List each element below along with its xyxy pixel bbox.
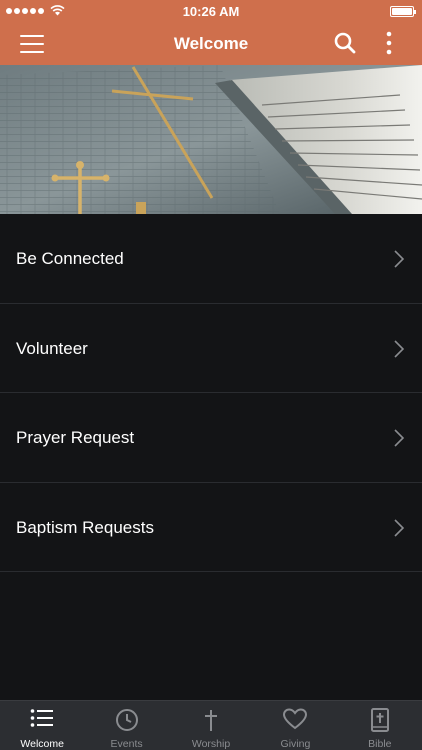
search-icon[interactable] bbox=[334, 32, 356, 54]
list-item-prayer-request[interactable]: Prayer Request bbox=[0, 393, 422, 483]
list-item-label: Baptism Requests bbox=[16, 517, 154, 537]
tab-label: Worship bbox=[191, 738, 231, 750]
chevron-right-icon bbox=[394, 250, 404, 268]
clock-icon bbox=[115, 709, 138, 731]
page-title: Welcome bbox=[173, 34, 249, 53]
status-bar: 10:26 AM bbox=[0, 0, 422, 22]
list-icon bbox=[30, 709, 54, 727]
menu-list: Be Connected Volunteer Prayer Request Ba… bbox=[0, 214, 422, 572]
tab-label: Bible bbox=[368, 738, 392, 750]
navbar: Welcome bbox=[0, 22, 422, 65]
list-item-baptism-requests[interactable]: Baptism Requests bbox=[0, 483, 422, 572]
tab-bar: Welcome Events Worship Giving Bible bbox=[0, 700, 422, 750]
cross-icon bbox=[205, 710, 218, 731]
heart-icon bbox=[283, 708, 308, 730]
list-item-label: Be Connected bbox=[16, 249, 124, 268]
list-item-label: Prayer Request bbox=[16, 428, 135, 447]
tab-label: Welcome bbox=[20, 738, 64, 750]
list-item-volunteer[interactable]: Volunteer bbox=[0, 304, 422, 393]
hero-image bbox=[0, 65, 422, 214]
bible-icon bbox=[370, 708, 389, 732]
tab-bible[interactable]: Bible bbox=[338, 701, 422, 750]
battery-icon bbox=[390, 6, 416, 17]
tab-giving[interactable]: Giving bbox=[253, 701, 337, 750]
status-time: 10:26 AM bbox=[182, 4, 240, 19]
tab-welcome[interactable]: Welcome bbox=[0, 701, 84, 750]
church-hero-image bbox=[0, 65, 422, 214]
tab-events[interactable]: Events bbox=[84, 701, 168, 750]
tab-label: Giving bbox=[280, 738, 311, 750]
chevron-right-icon bbox=[394, 339, 404, 358]
chevron-right-icon bbox=[394, 429, 404, 447]
tab-worship[interactable]: Worship bbox=[169, 701, 253, 750]
chevron-right-icon bbox=[394, 518, 404, 537]
list-item-be-connected[interactable]: Be Connected bbox=[0, 214, 422, 304]
list-item-label: Volunteer bbox=[16, 338, 88, 358]
more-vertical-icon[interactable] bbox=[383, 31, 395, 55]
tab-label: Events bbox=[110, 738, 143, 750]
